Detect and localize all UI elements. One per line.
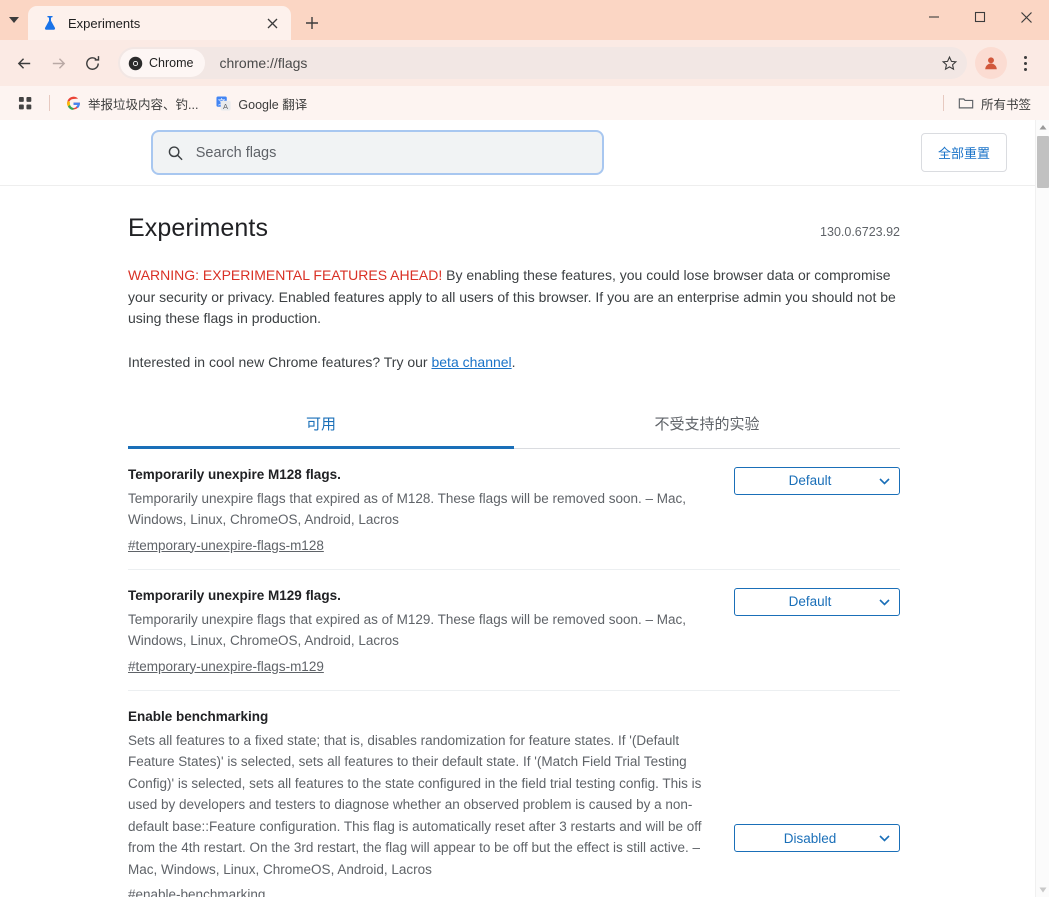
flask-icon: [44, 16, 56, 30]
new-tab-button[interactable]: [295, 6, 329, 40]
flag-permalink[interactable]: #temporary-unexpire-flags-m129: [128, 659, 324, 674]
plus-icon: [306, 17, 318, 29]
arrow-right-icon: [52, 57, 65, 69]
scrollbar-thumb[interactable]: [1037, 136, 1049, 188]
minimize-icon: [929, 16, 939, 18]
flags-tabs: 可用 不受支持的实验: [128, 403, 900, 449]
bookmarks-separator: [49, 95, 50, 111]
omnibox-chrome-chip: Chrome: [120, 49, 206, 77]
arrow-left-icon: [17, 57, 30, 69]
page-heading-row: Experiments 130.0.6723.92: [128, 214, 900, 243]
vertical-scrollbar[interactable]: [1035, 120, 1049, 897]
close-window-button[interactable]: [1003, 0, 1049, 34]
chrome-chip-label: Chrome: [149, 56, 194, 70]
close-icon[interactable]: [261, 12, 283, 34]
experimental-warning: WARNING: EXPERIMENTAL FEATURES AHEAD! By…: [128, 265, 900, 330]
scroll-up-arrow-icon[interactable]: [1036, 120, 1049, 134]
chrome-logo-icon: [128, 56, 143, 70]
beta-channel-line: Interested in cool new Chrome features? …: [128, 352, 900, 373]
search-field-container[interactable]: [151, 130, 604, 175]
tab-selection-indicator: [128, 445, 514, 449]
google-g-icon: [67, 96, 80, 110]
table-row: Temporarily unexpire M128 flags. Tempora…: [128, 449, 900, 570]
flag-name: Temporarily unexpire M128 flags.: [128, 466, 341, 482]
flag-name: Temporarily unexpire M129 flags.: [128, 587, 341, 603]
back-button[interactable]: [8, 47, 40, 79]
tab-title: Experiments: [68, 15, 141, 31]
svg-text:A: A: [223, 101, 228, 110]
table-row: Enable benchmarking Sets all features to…: [128, 691, 900, 897]
table-row: Temporarily unexpire M129 flags. Tempora…: [128, 570, 900, 691]
flag-name: Enable benchmarking: [128, 708, 269, 724]
flag-permalink[interactable]: #temporary-unexpire-flags-m128: [128, 538, 324, 553]
flags-content: Experiments 130.0.6723.92 WARNING: EXPER…: [0, 186, 1035, 897]
search-icon: [168, 145, 183, 160]
flag-description: Temporarily unexpire flags that expired …: [128, 490, 687, 528]
omnibox[interactable]: Chrome chrome://flags: [118, 47, 967, 79]
flag-state-select[interactable]: Disabled: [734, 824, 900, 852]
flag-description: Temporarily unexpire flags that expired …: [128, 611, 687, 649]
beta-suffix: .: [511, 353, 516, 370]
apps-grid-icon: [18, 96, 32, 109]
google-translate-icon: 文 A: [216, 96, 231, 110]
bookmark-label: 举报垃圾内容、钓...: [88, 97, 199, 112]
star-icon: [941, 55, 957, 70]
forward-button[interactable]: [42, 47, 74, 79]
search-input[interactable]: [195, 132, 588, 173]
scroll-down-arrow-icon[interactable]: [1036, 883, 1049, 897]
reset-all-button[interactable]: 全部重置: [920, 133, 1007, 172]
all-bookmarks-label: 所有书签: [980, 97, 1031, 112]
flags-search-bar: 全部重置: [0, 120, 1035, 186]
chevron-down-icon: [9, 17, 19, 23]
bookmark-item-google-translate[interactable]: 文 A Google 翻译: [208, 90, 315, 117]
reload-icon: [85, 55, 99, 70]
flag-state-select[interactable]: Default: [734, 587, 900, 616]
person-icon: [985, 57, 997, 70]
bookmark-star-button[interactable]: [933, 47, 965, 79]
all-bookmarks-region: 所有书签: [937, 90, 1039, 117]
all-bookmarks-button[interactable]: 所有书签: [950, 90, 1039, 117]
omnibox-url: chrome://flags: [219, 55, 308, 71]
beta-channel-link[interactable]: beta channel: [431, 354, 511, 370]
window-controls: [911, 0, 1049, 34]
browser-menu-button[interactable]: [1009, 47, 1041, 79]
beta-prefix: Interested in cool new Chrome features? …: [128, 353, 432, 370]
folder-icon: [958, 98, 974, 109]
profile-avatar-button[interactable]: [975, 47, 1007, 79]
flag-description: Sets all features to a fixed state; that…: [128, 732, 702, 877]
apps-shortcut-button[interactable]: [10, 92, 41, 115]
page-viewport: 全部重置 Experiments 130.0.6723.92 WARNING: …: [0, 120, 1049, 897]
bookmark-item-report-spam[interactable]: 举报垃圾内容、钓...: [58, 90, 206, 117]
flag-permalink[interactable]: #enable-benchmarking: [128, 887, 265, 897]
bookmark-label: Google 翻译: [238, 97, 308, 112]
flag-state-select[interactable]: Default: [734, 466, 900, 495]
bookmarks-separator-right: [942, 95, 944, 111]
browser-toolbar: Chrome chrome://flags: [0, 40, 1049, 86]
tab-available[interactable]: 可用: [128, 403, 514, 448]
tab-search-button[interactable]: [0, 0, 28, 40]
browser-title-bar: Experiments: [0, 0, 1049, 40]
page-title: Experiments: [128, 214, 269, 242]
minimize-button[interactable]: [911, 0, 957, 34]
browser-tab-experiments[interactable]: Experiments: [28, 6, 291, 40]
flags-page: 全部重置 Experiments 130.0.6723.92 WARNING: …: [0, 120, 1035, 897]
bookmarks-bar: 举报垃圾内容、钓... 文 A Google 翻译 所有书签: [0, 86, 1049, 120]
reload-button[interactable]: [76, 47, 108, 79]
close-icon: [1020, 11, 1032, 23]
three-dots-icon: [1011, 55, 1039, 71]
warning-highlight: WARNING: EXPERIMENTAL FEATURES AHEAD!: [128, 267, 443, 283]
chrome-version: 130.0.6723.92: [820, 225, 900, 239]
maximize-button[interactable]: [957, 0, 1003, 34]
tab-unsupported[interactable]: 不受支持的实验: [514, 403, 900, 448]
maximize-icon: [974, 11, 986, 23]
